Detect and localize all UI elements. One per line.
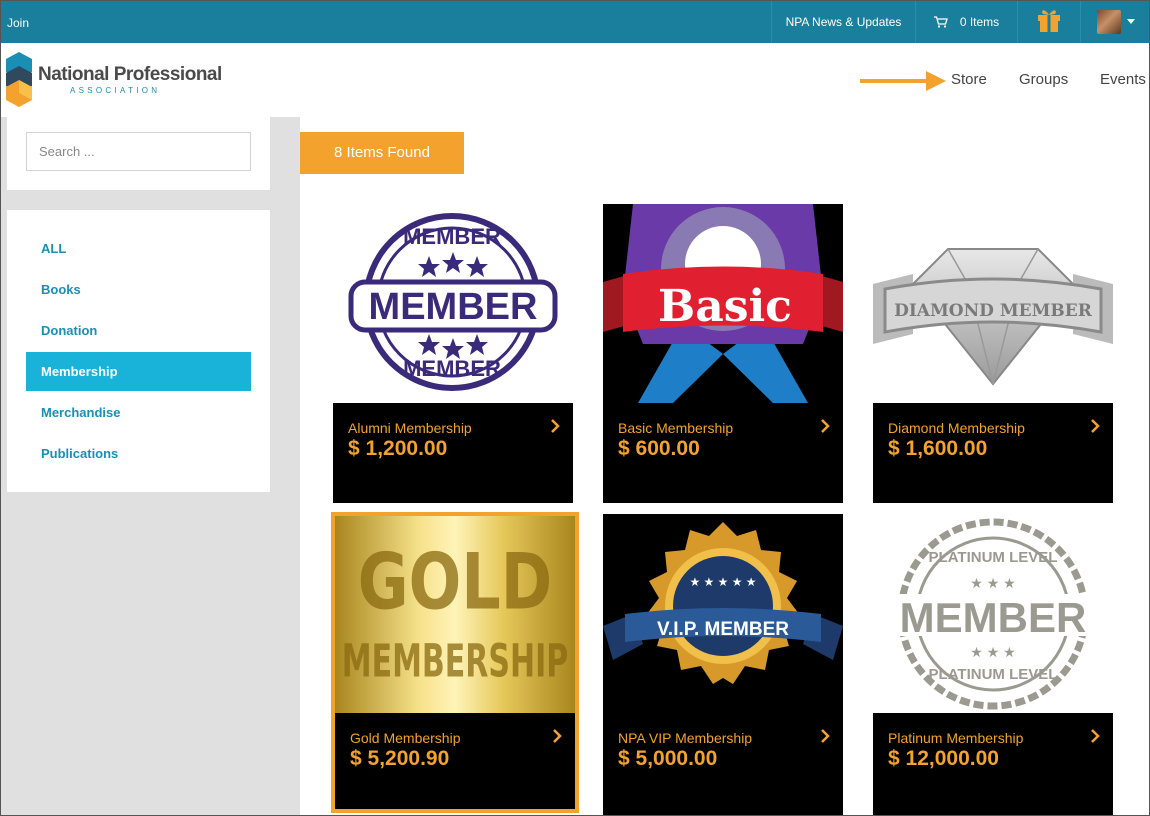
product-image: V.I.P. MEMBER ★ ★ ★ ★ ★: [603, 514, 843, 713]
results-count: 8 Items Found: [300, 132, 464, 174]
gift-icon: [1037, 7, 1061, 36]
user-menu[interactable]: [1080, 0, 1150, 43]
news-updates-link[interactable]: NPA News & Updates: [771, 0, 915, 43]
product-price: $ 600.00: [618, 437, 700, 460]
category-publications[interactable]: Publications: [26, 434, 251, 473]
svg-text:DIAMOND MEMBER: DIAMOND MEMBER: [894, 301, 1093, 321]
product-price: $ 1,600.00: [888, 437, 988, 460]
chevron-right-icon[interactable]: [552, 729, 562, 743]
gold-membership-icon: GOLD MEMBERSHIP: [342, 537, 568, 689]
category-merchandise[interactable]: Merchandise: [26, 393, 251, 432]
nav-store[interactable]: Store: [951, 71, 987, 88]
nav-events[interactable]: Events: [1100, 71, 1146, 88]
product-info: Basic Membership $ 600.00: [603, 403, 843, 503]
search-input[interactable]: [26, 132, 251, 171]
diamond-badge-icon: DIAMOND MEMBER: [873, 248, 1113, 386]
site-header: National Professional ASSOCIATION Store …: [0, 43, 1150, 117]
category-books[interactable]: Books: [26, 270, 251, 309]
chevron-right-icon[interactable]: [550, 419, 560, 433]
cart-count: 0 Items: [959, 14, 1000, 29]
product-price: $ 5,000.00: [618, 747, 718, 770]
product-card-basic[interactable]: Basic Basic Membership $ 600.00: [603, 204, 843, 503]
product-name: Diamond Membership: [888, 420, 1025, 436]
product-card-platinum[interactable]: PLATINUM LEVEL PLATINUM LEVEL ★ ★ ★ ★ ★ …: [873, 514, 1113, 816]
product-image: MEMBER MEMBER MEMBER: [333, 204, 573, 403]
product-name: Platinum Membership: [888, 730, 1024, 746]
gift-button[interactable]: [1017, 0, 1080, 43]
avatar: [1096, 9, 1121, 34]
category-membership[interactable]: Membership: [26, 352, 251, 391]
member-stamp-icon: MEMBER MEMBER MEMBER: [348, 213, 558, 391]
chevron-down-icon: [1126, 19, 1135, 24]
svg-text:MEMBER: MEMBER: [369, 286, 538, 328]
product-price: $ 1,200.00: [348, 437, 448, 460]
svg-text:★ ★ ★: ★ ★ ★: [970, 575, 1015, 591]
basic-ribbon-icon: Basic: [603, 204, 843, 403]
product-info: Platinum Membership $ 12,000.00: [873, 713, 1113, 816]
svg-text:MEMBER: MEMBER: [403, 356, 501, 381]
svg-text:GOLD: GOLD: [358, 537, 553, 628]
top-bar: Join NPA News & Updates 0 Items: [0, 0, 1150, 43]
product-card-alumni[interactable]: MEMBER MEMBER MEMBER Alumni Membership $…: [333, 204, 573, 503]
product-image: Basic: [603, 204, 843, 403]
news-updates-label: NPA News & Updates: [785, 14, 902, 29]
arrow-right-icon: [860, 71, 946, 91]
chevron-right-icon[interactable]: [1090, 419, 1100, 433]
product-info: Diamond Membership $ 1,600.00: [873, 403, 1113, 503]
svg-text:MEMBER: MEMBER: [900, 594, 1087, 641]
svg-text:MEMBERSHIP: MEMBERSHIP: [342, 636, 568, 688]
vip-seal-icon: V.I.P. MEMBER ★ ★ ★ ★ ★: [603, 522, 843, 684]
product-info: Alumni Membership $ 1,200.00: [333, 403, 573, 503]
product-price: $ 12,000.00: [888, 747, 999, 770]
product-info: Gold Membership $ 5,200.90: [335, 713, 575, 809]
svg-text:★ ★ ★: ★ ★ ★: [970, 644, 1015, 660]
svg-text:★ ★ ★ ★ ★: ★ ★ ★ ★ ★: [689, 575, 756, 589]
join-link[interactable]: Join: [7, 16, 29, 30]
chevron-right-icon[interactable]: [1090, 729, 1100, 743]
product-name: Basic Membership: [618, 420, 734, 436]
logo-hexagon-icon: [6, 52, 32, 107]
product-card-gold[interactable]: GOLD MEMBERSHIP Gold Membership $ 5,200.…: [331, 512, 579, 813]
svg-text:PLATINUM LEVEL: PLATINUM LEVEL: [929, 666, 1058, 683]
svg-text:MEMBER: MEMBER: [403, 224, 501, 249]
logo-name: National Professional: [38, 64, 222, 85]
product-card-diamond[interactable]: DIAMOND MEMBER Diamond Membership $ 1,60…: [873, 204, 1113, 503]
product-info: NPA VIP Membership $ 5,000.00: [603, 713, 843, 816]
nav-groups[interactable]: Groups: [1019, 71, 1068, 88]
svg-text:PLATINUM LEVEL: PLATINUM LEVEL: [929, 549, 1058, 566]
product-image: GOLD MEMBERSHIP: [335, 516, 575, 713]
logo-subtitle: ASSOCIATION: [70, 86, 161, 95]
product-name: Gold Membership: [350, 730, 461, 746]
product-card-vip[interactable]: V.I.P. MEMBER ★ ★ ★ ★ ★ NPA VIP Membersh…: [603, 514, 843, 816]
category-donation[interactable]: Donation: [26, 311, 251, 350]
product-image: PLATINUM LEVEL PLATINUM LEVEL ★ ★ ★ ★ ★ …: [873, 514, 1113, 713]
svg-text:Basic: Basic: [658, 281, 792, 332]
cart-icon: [933, 15, 948, 28]
logo[interactable]: National Professional ASSOCIATION: [6, 52, 226, 108]
product-name: Alumni Membership: [348, 420, 472, 436]
chevron-right-icon[interactable]: [820, 419, 830, 433]
product-name: NPA VIP Membership: [618, 730, 753, 746]
product-image: DIAMOND MEMBER: [873, 204, 1113, 403]
svg-text:V.I.P. MEMBER: V.I.P. MEMBER: [657, 619, 789, 640]
product-price: $ 5,200.90: [350, 747, 450, 770]
cart-button[interactable]: 0 Items: [915, 0, 1017, 43]
chevron-right-icon[interactable]: [820, 729, 830, 743]
category-all[interactable]: ALL: [26, 229, 251, 268]
platinum-stamp-icon: PLATINUM LEVEL PLATINUM LEVEL ★ ★ ★ ★ ★ …: [877, 518, 1109, 710]
